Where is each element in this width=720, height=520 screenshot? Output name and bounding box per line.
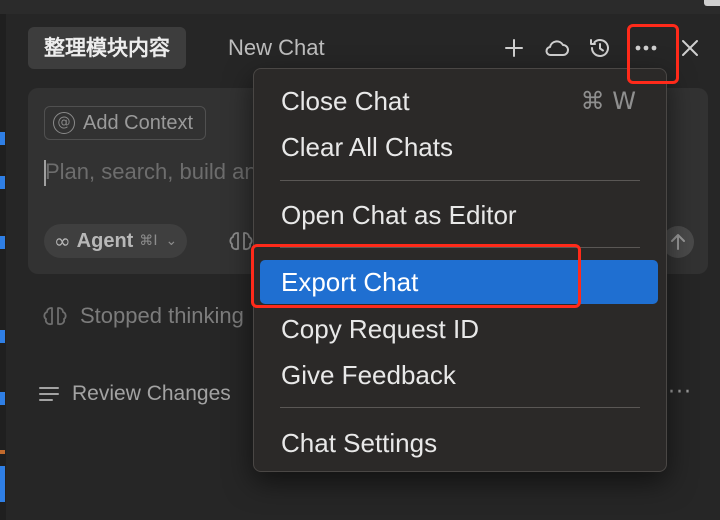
menu-item-label: Export Chat xyxy=(281,267,419,297)
menu-item-chat-settings[interactable]: Chat Settings xyxy=(260,421,658,465)
agent-mode-selector[interactable]: ∞ Agent ⌘I ⌄ xyxy=(44,224,188,258)
gutter-change-mark xyxy=(0,392,5,405)
menu-item-export-chat[interactable]: Export Chat xyxy=(260,260,658,304)
menu-item-close-chat[interactable]: Close Chat ⌘ W xyxy=(260,79,658,123)
gutter-change-mark xyxy=(0,176,5,189)
menu-item-shortcut: ⌘ W xyxy=(580,87,636,115)
gutter-change-mark xyxy=(0,236,5,249)
agent-label: Agent xyxy=(76,230,134,252)
tab-new-chat[interactable]: New Chat xyxy=(228,27,325,69)
gutter-change-mark xyxy=(0,466,5,502)
menu-item-copy-request-id[interactable]: Copy Request ID xyxy=(260,307,658,351)
resize-handle[interactable] xyxy=(704,0,720,6)
menu-separator xyxy=(280,180,640,181)
menu-item-open-chat-as-editor[interactable]: Open Chat as Editor xyxy=(260,193,658,237)
thinking-text: Stopped thinking xyxy=(80,303,244,328)
thinking-status[interactable]: Stopped thinking xyxy=(42,300,244,332)
menu-item-label: Chat Settings xyxy=(281,428,438,458)
menu-item-give-feedback[interactable]: Give Feedback xyxy=(260,353,658,397)
chat-panel: 整理模块内容 New Chat @ Add Context Plan, sear… xyxy=(0,0,720,520)
chevron-down-icon: ⌄ xyxy=(165,233,178,249)
menu-item-label: Give Feedback xyxy=(281,360,456,390)
more-icon[interactable] xyxy=(632,34,660,62)
plus-icon[interactable] xyxy=(500,34,528,62)
at-sign-icon: @ xyxy=(53,112,75,134)
agent-shortcut: ⌘I xyxy=(139,233,158,249)
row-more-icon[interactable]: ··· xyxy=(668,380,692,405)
infinity-icon: ∞ xyxy=(54,229,71,253)
tab-active-chat[interactable]: 整理模块内容 xyxy=(28,27,186,69)
add-context-button[interactable]: @ Add Context xyxy=(44,106,207,140)
gutter-change-mark xyxy=(0,450,5,454)
close-icon[interactable] xyxy=(676,34,704,62)
gutter-change-mark xyxy=(0,132,5,145)
gutter-change-mark xyxy=(0,330,5,343)
top-strip xyxy=(0,0,720,14)
history-icon[interactable] xyxy=(586,34,614,62)
left-gutter xyxy=(0,14,6,520)
menu-item-label: Close Chat xyxy=(281,86,410,116)
chat-header: 整理模块内容 New Chat xyxy=(6,14,720,76)
brain-icon xyxy=(42,303,68,329)
chat-options-menu: Close Chat ⌘ W Clear All Chats Open Chat… xyxy=(253,68,667,472)
review-changes-button[interactable]: Review Changes xyxy=(38,378,231,410)
menu-item-label: Clear All Chats xyxy=(281,132,453,162)
menu-separator xyxy=(280,247,640,248)
brain-icon[interactable] xyxy=(228,228,254,254)
list-lines-icon xyxy=(38,383,60,405)
menu-item-clear-all-chats[interactable]: Clear All Chats xyxy=(260,125,658,169)
menu-item-label: Copy Request ID xyxy=(281,314,479,344)
menu-separator xyxy=(280,407,640,408)
review-changes-label: Review Changes xyxy=(72,382,231,405)
cloud-icon[interactable] xyxy=(543,34,571,62)
arrow-up-icon xyxy=(671,234,685,250)
add-context-label: Add Context xyxy=(83,112,194,134)
menu-item-label: Open Chat as Editor xyxy=(281,200,517,230)
text-caret xyxy=(44,160,46,186)
